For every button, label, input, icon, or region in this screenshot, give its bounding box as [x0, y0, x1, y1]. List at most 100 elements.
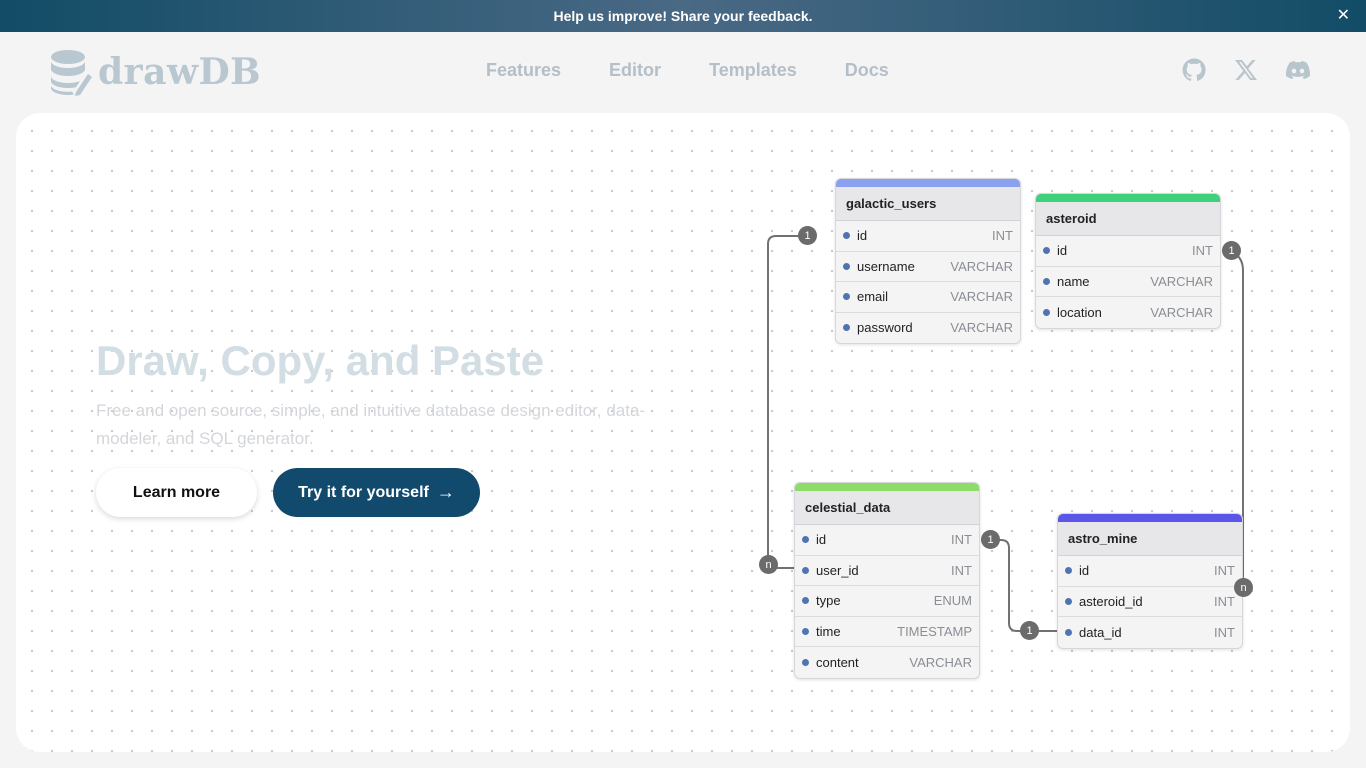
table-row[interactable]: id INT: [1036, 236, 1220, 267]
table-celestial-data[interactable]: celestial_data id INT user_id INT type ENUM…: [794, 482, 980, 679]
field-type: INT: [951, 532, 972, 548]
arrow-right-icon: →: [436, 482, 455, 502]
x-twitter-icon[interactable]: [1234, 58, 1258, 82]
table-row[interactable]: password VARCHAR: [836, 313, 1020, 344]
field-dot-icon: [843, 324, 850, 332]
field-dot-icon: [1065, 597, 1072, 605]
field-dot-icon: [802, 627, 809, 635]
relation-line-celestial-mine: [981, 539, 1058, 632]
learn-more-label: Learn more: [132, 483, 221, 501]
field-type: INT: [1214, 563, 1235, 579]
field-name: type: [816, 593, 841, 609]
field-dot-icon: [843, 262, 850, 270]
table-color-bar: [795, 483, 979, 491]
table-row[interactable]: content VARCHAR: [795, 647, 979, 678]
field-name: password: [857, 320, 913, 336]
cardinality-badge: n: [759, 555, 778, 574]
field-dot-icon: [802, 566, 809, 574]
field-dot-icon: [802, 536, 809, 544]
hero-subtitle: Free and open source, simple, and intuit…: [96, 401, 646, 448]
field-name: content: [816, 654, 859, 670]
field-name: id: [1057, 243, 1068, 259]
field-type: VARCHAR: [1150, 273, 1213, 289]
cardinality-badge: n: [1234, 578, 1253, 597]
nav-link-templates[interactable]: Templates: [709, 60, 797, 81]
cardinality-badge: 1: [1020, 621, 1039, 640]
field-type: INT: [1192, 243, 1213, 259]
field-type: ENUM: [933, 593, 972, 609]
database-icon: [51, 50, 92, 96]
field-name: location: [1057, 304, 1102, 320]
banner-text[interactable]: Help us improve! Share your feedback.: [553, 8, 812, 24]
social-links: [1182, 58, 1311, 82]
field-type: INT: [992, 228, 1013, 244]
nav-link-docs[interactable]: Docs: [845, 60, 889, 81]
field-name: data_id: [1079, 624, 1122, 640]
field-dot-icon: [843, 232, 850, 240]
field-dot-icon: [1043, 247, 1050, 255]
learn-more-button[interactable]: Learn more: [96, 468, 257, 517]
table-row[interactable]: user_id INT: [795, 556, 979, 586]
hero-section: Draw, Copy, and Paste Free and open sour…: [16, 113, 1350, 752]
field-type: VARCHAR: [950, 320, 1013, 336]
cardinality-badge: 1: [1222, 241, 1241, 260]
table-row[interactable]: id INT: [1058, 556, 1242, 587]
table-row[interactable]: data_id INT: [1058, 617, 1242, 648]
nav-link-features[interactable]: Features: [486, 60, 561, 81]
field-type: VARCHAR: [909, 654, 972, 670]
field-dot-icon: [1043, 308, 1050, 316]
table-astro-mine[interactable]: astro_mine id INT asteroid_id INT data_id I…: [1057, 513, 1243, 649]
field-type: INT: [1214, 593, 1235, 609]
field-name: time: [816, 623, 841, 639]
cardinality-badge: 1: [981, 530, 1000, 549]
field-name: id: [816, 532, 827, 548]
table-row[interactable]: username VARCHAR: [836, 252, 1020, 282]
field-dot-icon: [1065, 567, 1072, 575]
cardinality-badge: 1: [798, 226, 817, 245]
field-dot-icon: [1043, 277, 1050, 285]
feedback-banner[interactable]: Help us improve! Share your feedback. ✕: [0, 0, 1366, 32]
discord-icon[interactable]: [1286, 58, 1311, 82]
table-row[interactable]: name VARCHAR: [1036, 267, 1220, 297]
field-dot-icon: [843, 293, 850, 301]
table-title: galactic_users: [836, 187, 1020, 221]
table-row[interactable]: id INT: [795, 525, 979, 556]
field-type: INT: [951, 562, 972, 578]
table-title: asteroid: [1036, 202, 1220, 236]
field-name: name: [1057, 273, 1090, 289]
table-title: celestial_data: [795, 491, 979, 525]
nav-link-editor[interactable]: Editor: [609, 60, 661, 81]
table-title: astro_mine: [1058, 522, 1242, 556]
logo-wordmark: drawDB: [98, 51, 262, 93]
table-color-bar: [1036, 194, 1220, 202]
table-row[interactable]: id INT: [836, 221, 1020, 252]
logo[interactable]: drawDB: [48, 48, 261, 96]
table-row[interactable]: type ENUM: [795, 586, 979, 617]
nav-links: Features Editor Templates Docs: [486, 60, 889, 81]
field-type: VARCHAR: [950, 289, 1013, 305]
hero-title: Draw, Copy, and Paste: [96, 337, 545, 384]
field-type: TIMESTAMP: [897, 623, 972, 639]
field-name: username: [857, 258, 915, 274]
try-it-label: Try it for yourself: [298, 483, 429, 501]
table-row[interactable]: email VARCHAR: [836, 282, 1020, 313]
close-icon[interactable]: ✕: [1337, 7, 1350, 25]
table-galactic-users[interactable]: galactic_users id INT username VARCHAR ema…: [835, 178, 1021, 344]
table-asteroid[interactable]: asteroid id INT name VARCHAR location VARCH…: [1035, 193, 1221, 329]
field-type: VARCHAR: [950, 258, 1013, 274]
field-name: email: [857, 289, 889, 305]
table-row[interactable]: time TIMESTAMP: [795, 617, 979, 647]
github-icon[interactable]: [1182, 58, 1206, 82]
table-color-bar: [836, 179, 1020, 187]
table-row[interactable]: asteroid_id INT: [1058, 587, 1242, 617]
field-dot-icon: [802, 597, 809, 605]
field-name: asteroid_id: [1079, 593, 1143, 609]
try-it-button[interactable]: Try it for yourself →: [273, 468, 480, 517]
table-color-bar: [1058, 514, 1242, 522]
field-name: id: [857, 228, 868, 244]
top-nav: drawDB Features Editor Templates Docs: [0, 32, 1366, 112]
field-name: id: [1079, 563, 1090, 579]
table-row[interactable]: location VARCHAR: [1036, 297, 1220, 328]
field-dot-icon: [1065, 628, 1072, 636]
field-name: user_id: [816, 562, 859, 578]
